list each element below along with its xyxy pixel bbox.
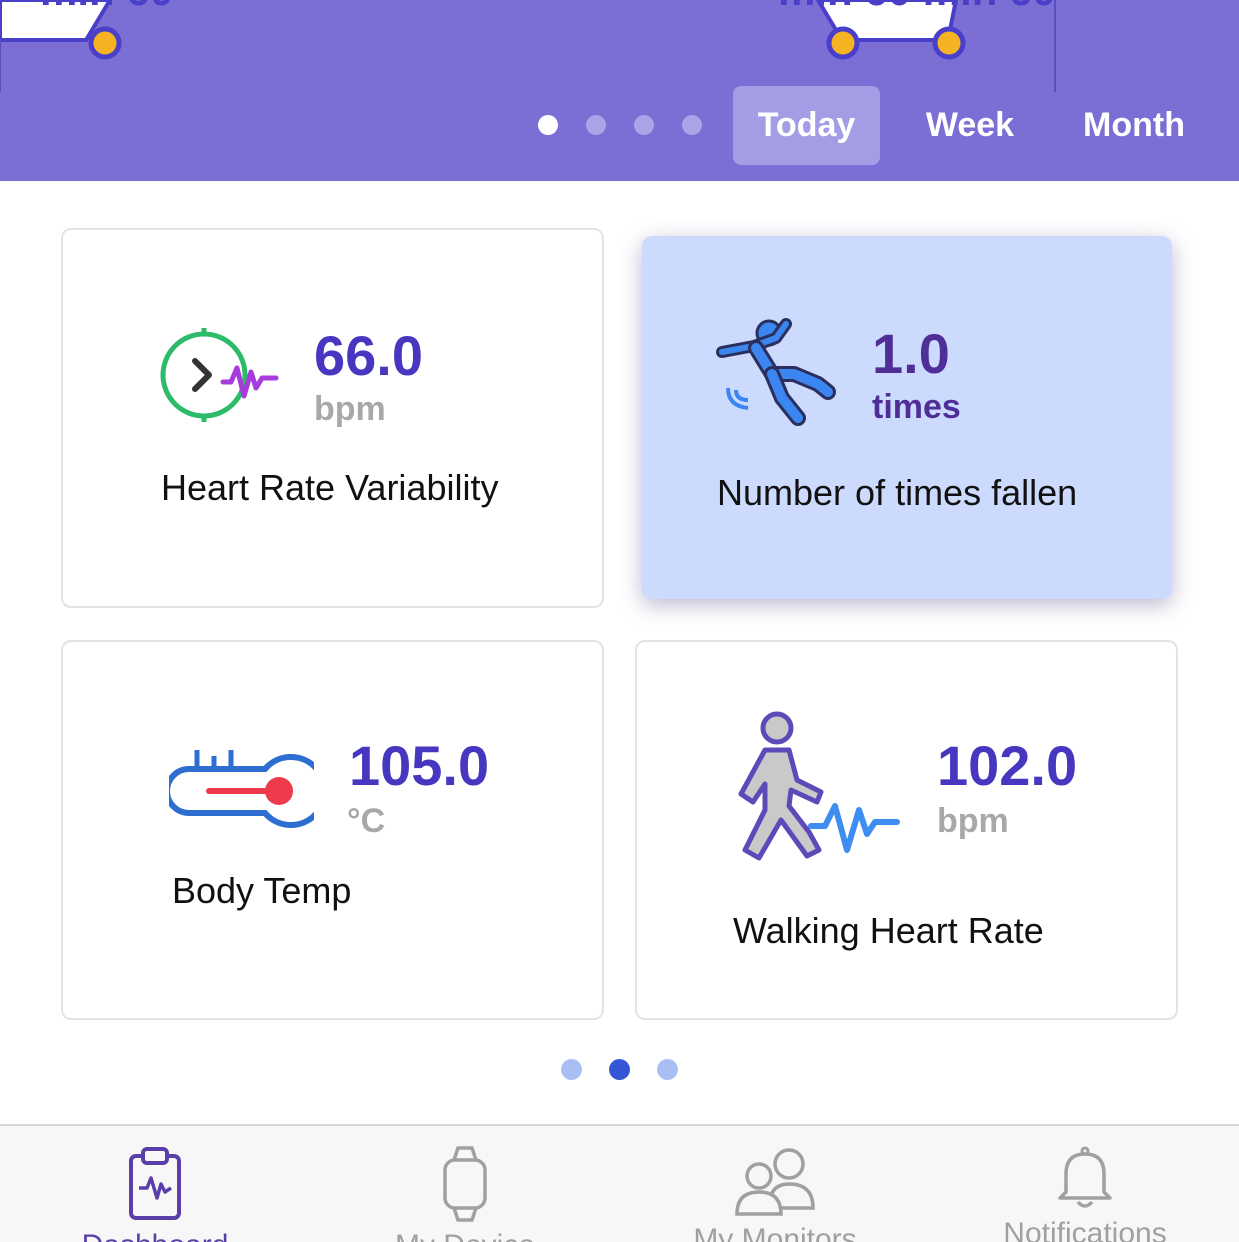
- fallen-value: 1.0: [872, 322, 950, 385]
- thermometer-icon: [164, 748, 328, 833]
- card-walking-heart-rate[interactable]: 102.0 bpm Walking Heart Rate: [635, 640, 1178, 1020]
- walking-heart-rate-icon: [731, 710, 906, 870]
- walking-hr-value: 102.0: [937, 734, 1078, 797]
- hrv-unit: bpm: [314, 390, 386, 428]
- watch-icon: [442, 1146, 488, 1227]
- card-times-fallen[interactable]: 1.0 times Number of times fallen: [642, 236, 1172, 599]
- chart-page-dot[interactable]: [634, 115, 654, 135]
- header: min 60 min 60 min 60 Today Week Month: [0, 0, 1239, 181]
- card-pager: [561, 1059, 678, 1080]
- nav-notifications-label: Notifications: [1003, 1217, 1167, 1242]
- nav-my-monitors[interactable]: My Monitors: [670, 1126, 880, 1242]
- fallen-label: Number of times fallen: [717, 472, 1078, 513]
- fall-icon: [714, 318, 839, 433]
- pager-dot[interactable]: [561, 1059, 582, 1080]
- header-chart-graph: [0, 0, 1056, 92]
- chart-page-dots: [538, 115, 702, 135]
- heart-rate-variability-icon: [159, 328, 279, 428]
- fallen-unit: times: [872, 388, 961, 426]
- nav-my-device[interactable]: My Device: [370, 1126, 560, 1242]
- walking-hr-unit: bpm: [937, 802, 1009, 840]
- chart-page-dot[interactable]: [682, 115, 702, 135]
- nav-notifications[interactable]: Notifications: [985, 1126, 1185, 1242]
- chart-marker: [932, 26, 966, 60]
- card-body-temp[interactable]: 105.0 °C Body Temp: [61, 640, 604, 1020]
- nav-my-device-label: My Device: [395, 1229, 535, 1242]
- nav-dashboard[interactable]: Dashboard: [60, 1126, 250, 1242]
- body-temp-label: Body Temp: [172, 870, 352, 911]
- pager-dot-active[interactable]: [609, 1059, 630, 1080]
- card-heart-rate-variability[interactable]: 66.0 bpm Heart Rate Variability: [61, 228, 604, 608]
- clipboard-pulse-icon: [127, 1146, 183, 1227]
- range-today-button[interactable]: Today: [733, 86, 880, 165]
- chart-marker: [826, 26, 860, 60]
- hrv-value: 66.0: [314, 324, 423, 387]
- chart-page-dot[interactable]: [586, 115, 606, 135]
- chart-label-right: min 60 min 60: [778, 0, 1056, 12]
- body-temp-unit: °C: [347, 802, 386, 840]
- hrv-label: Heart Rate Variability: [161, 467, 499, 508]
- nav-my-monitors-label: My Monitors: [693, 1223, 857, 1242]
- people-icon: [733, 1146, 817, 1221]
- range-week-button[interactable]: Week: [905, 86, 1035, 165]
- nav-dashboard-label: Dashboard: [82, 1229, 229, 1242]
- chart-page-dot[interactable]: [538, 115, 558, 135]
- header-chart: min 60 min 60 min 60: [0, 0, 1239, 100]
- chart-marker: [88, 26, 122, 60]
- walking-hr-label: Walking Heart Rate: [733, 910, 1044, 951]
- bottom-nav: Dashboard My Device My Moni: [0, 1124, 1239, 1242]
- body-temp-value: 105.0: [349, 734, 490, 797]
- range-month-button[interactable]: Month: [1068, 86, 1200, 165]
- chart-label-left: min 60: [40, 0, 173, 12]
- pager-dot[interactable]: [657, 1059, 678, 1080]
- app-screen: min 60 min 60 min 60 Today Week Month 66…: [0, 0, 1239, 1242]
- bell-icon: [1056, 1146, 1114, 1215]
